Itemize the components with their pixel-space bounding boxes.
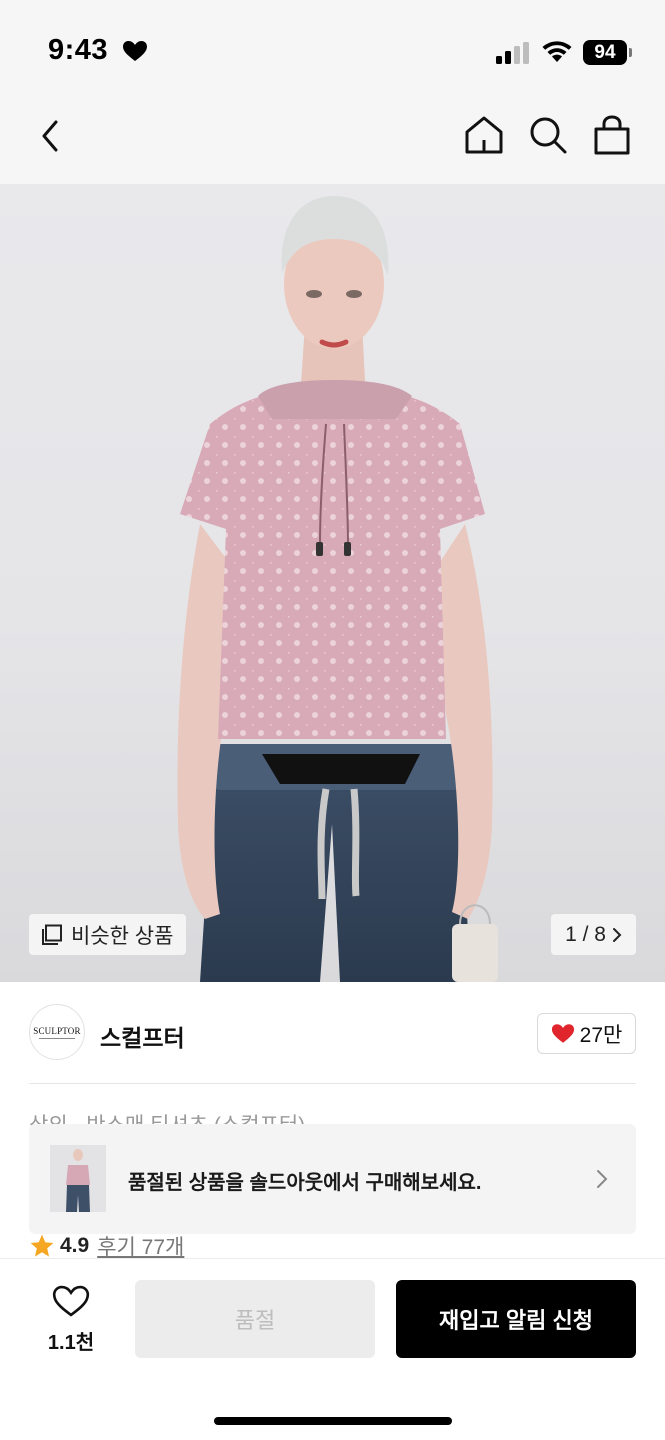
cellular-signal-icon <box>496 42 529 64</box>
chevron-right-icon <box>597 1170 608 1188</box>
brand-logo-underline <box>39 1037 75 1039</box>
wifi-icon <box>542 41 572 62</box>
search-icon[interactable] <box>527 114 569 156</box>
brand-row: SCULPTOR 스컬프터 27만 <box>0 982 665 1084</box>
home-indicator[interactable] <box>214 1417 452 1425</box>
rating-row: 4.9 후기 77개 <box>29 1232 184 1260</box>
back-arrow-icon[interactable] <box>36 118 66 154</box>
product-thumbnail <box>50 1145 106 1212</box>
similar-products-button[interactable]: 비슷한 상품 <box>29 914 187 955</box>
rating-score: 4.9 <box>60 1234 90 1257</box>
top-navigation <box>0 100 665 184</box>
battery-cap <box>629 48 632 57</box>
status-bar: 9:43 94 <box>0 0 665 100</box>
wishlist-button[interactable]: 1.1천 <box>40 1284 102 1354</box>
heart-status-icon <box>123 41 147 61</box>
soldout-banner-text: 품절된 상품을 솔드아웃에서 구매해보세요. <box>128 1172 482 1194</box>
chevron-right-icon <box>612 927 622 942</box>
brand-divider <box>29 1083 636 1084</box>
similar-items-icon <box>42 924 62 945</box>
battery-level: 94 <box>583 40 627 65</box>
soldout-button: 품절 <box>135 1280 375 1358</box>
product-image[interactable] <box>0 184 665 982</box>
image-page-counter[interactable]: 1 / 8 <box>551 914 636 955</box>
brand-logo-text: SCULPTOR <box>33 1025 81 1036</box>
brand-like-count: 27만 <box>579 1023 623 1047</box>
brand-name[interactable]: 스컬프터 <box>100 1019 185 1053</box>
heart-filled-icon <box>551 1024 574 1043</box>
star-icon <box>30 1234 54 1257</box>
restock-alert-button[interactable]: 재입고 알림 신청 <box>396 1280 636 1358</box>
shopping-bag-icon[interactable] <box>591 114 633 156</box>
wishlist-count: 1.1천 <box>47 1332 95 1354</box>
similar-products-label: 비슷한 상품 <box>71 924 174 948</box>
soldout-marketplace-banner[interactable]: 품절된 상품을 솔드아웃에서 구매해보세요. <box>29 1124 636 1234</box>
heart-outline-icon <box>52 1285 90 1317</box>
brand-like-button[interactable]: 27만 <box>537 1013 636 1054</box>
model-photo <box>177 196 498 982</box>
brand-logo[interactable]: SCULPTOR <box>29 1004 85 1060</box>
page-counter-text: 1 / 8 <box>565 922 606 946</box>
review-count-link[interactable]: 후기 77개 <box>97 1231 184 1261</box>
home-icon[interactable] <box>463 114 505 156</box>
status-time: 9:43 <box>48 34 109 66</box>
